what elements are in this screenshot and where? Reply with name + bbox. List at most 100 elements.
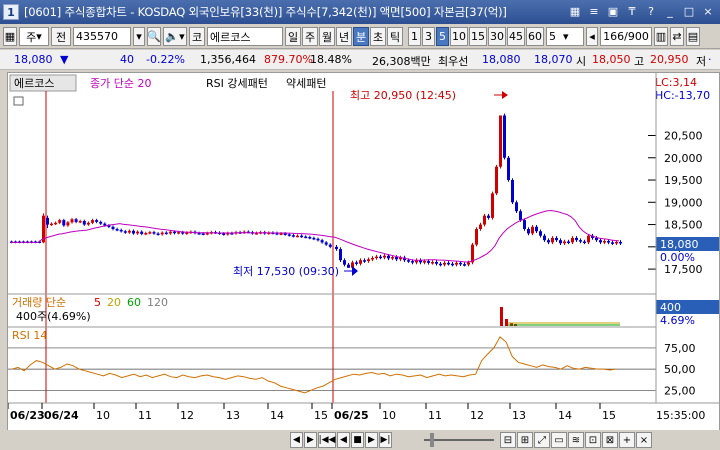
candle	[619, 241, 622, 244]
scroll-button-3[interactable]: ◀	[337, 432, 350, 448]
stock-dropdown-icon[interactable]: ▾	[133, 27, 145, 46]
candle	[407, 260, 410, 262]
scroll-button-1[interactable]: ▶	[304, 432, 317, 448]
chart-grid-icon[interactable]	[13, 96, 24, 106]
ask-price: 18,080	[482, 53, 521, 66]
candle	[160, 232, 164, 235]
grid-toggle-icon[interactable]: ▦	[3, 27, 17, 46]
price-chart[interactable]: 에르코스 종가 단순 20 RSI 강세패턴 약세패턴 LC:3,14 HC:-…	[7, 73, 720, 431]
page-input[interactable]: 166/900	[600, 27, 652, 46]
pin-icon[interactable]: ₸	[624, 3, 640, 19]
x-tick-label: 06/25	[334, 409, 369, 422]
candle	[507, 157, 510, 181]
swap-icon[interactable]: ⇄	[670, 27, 684, 46]
jeon-button[interactable]: 전	[51, 27, 71, 46]
count-select[interactable]: 5 ▾	[546, 27, 584, 46]
scroll-button-0[interactable]: ◀	[290, 432, 303, 448]
candle	[379, 256, 382, 259]
scroll-button-6[interactable]: ▶|	[379, 432, 392, 448]
interval-tab-60[interactable]: 60	[526, 27, 544, 46]
bid-price: 18,070	[534, 53, 573, 66]
y-tick-label: 19,500	[664, 174, 703, 187]
interval-tab-1[interactable]: 1	[408, 27, 421, 46]
period-tab-년[interactable]: 년	[336, 27, 352, 46]
candle	[391, 257, 394, 259]
layout-icon[interactable]: ▤	[686, 27, 700, 46]
zoom-icon-0[interactable]: ⊟	[500, 432, 516, 448]
window-icon[interactable]: ▣	[605, 3, 621, 19]
candle	[487, 215, 490, 218]
interval-tab-15[interactable]: 15	[469, 27, 487, 46]
zoom-slider-track[interactable]	[424, 439, 494, 441]
close-icon[interactable]: ×	[700, 3, 716, 19]
grid-icon[interactable]: ▦	[567, 3, 583, 19]
candle	[222, 233, 226, 235]
chart-frame[interactable]: 에르코스 종가 단순 20 RSI 강세패턴 약세패턴 LC:3,14 HC:-…	[7, 72, 720, 432]
candle	[201, 233, 205, 235]
scroll-button-5[interactable]: ▶	[365, 432, 378, 448]
speaker-icon[interactable]: 🔈▾	[163, 27, 187, 46]
zoom-icon-3[interactable]: ▭	[551, 432, 567, 448]
candle	[483, 215, 486, 225]
candle	[132, 230, 135, 234]
help-icon[interactable]: ?	[643, 3, 659, 19]
type-select[interactable]: 주 ▾	[19, 27, 49, 46]
x-tick-label: 15	[602, 409, 616, 422]
candle	[324, 242, 328, 245]
zoom-slider-thumb[interactable]	[430, 433, 434, 447]
interval-tab-10[interactable]: 10	[450, 27, 468, 46]
candle	[99, 221, 103, 224]
candle	[523, 220, 526, 230]
period-tab-분[interactable]: 분	[353, 27, 369, 46]
low-price-clip: ·	[708, 53, 712, 66]
x-tick-label: 15	[314, 409, 328, 422]
type-label: 주	[26, 30, 37, 44]
interval-tab-5[interactable]: 5	[436, 27, 449, 46]
interval-tab-30[interactable]: 30	[488, 27, 506, 46]
candle	[563, 241, 566, 244]
zoom-icon-1[interactable]: ⊞	[517, 432, 533, 448]
zoom-icon-2[interactable]: ⤢	[534, 432, 550, 448]
period-tab-월[interactable]: 월	[319, 27, 335, 46]
zoom-icon-7[interactable]: +	[619, 432, 635, 448]
x-tick-label: 14	[558, 409, 572, 422]
zoom-icon-4[interactable]: ≋	[568, 432, 584, 448]
open-label: 시	[576, 55, 587, 68]
zoom-icon-5[interactable]: ⊡	[585, 432, 601, 448]
interval-tab-3[interactable]: 3	[422, 27, 435, 46]
scroll-button-2[interactable]: |◀◀	[318, 432, 336, 448]
candle	[185, 232, 189, 235]
high-label: 고	[634, 55, 645, 68]
interval-tab-45[interactable]: 45	[507, 27, 525, 46]
period-tab-일[interactable]: 일	[285, 27, 301, 46]
zoom-icon-6[interactable]: ⊠	[602, 432, 618, 448]
rsi14-line	[11, 336, 616, 394]
period-tab-틱[interactable]: 틱	[387, 27, 403, 46]
candle	[543, 235, 546, 241]
candle	[46, 217, 49, 225]
zoom-icon-8[interactable]: ×	[636, 432, 652, 448]
candle	[164, 232, 168, 235]
current-pct-tag: 0.00%	[660, 251, 695, 264]
legend-ma: 종가 단순 20	[90, 77, 151, 90]
period-tab-초[interactable]: 초	[370, 27, 386, 46]
candle	[127, 230, 131, 233]
prev-page-icon[interactable]: ◂	[586, 27, 598, 46]
candle	[91, 220, 94, 223]
scroll-button-4[interactable]: ■	[351, 432, 364, 448]
stock-code-input[interactable]: 435570	[73, 27, 131, 46]
list-icon[interactable]: ≡	[586, 3, 602, 19]
title-icons: ▦ ≡ ▣ ₸? _ □ ×	[567, 3, 716, 19]
minimize-icon[interactable]: _	[662, 3, 678, 19]
candle	[431, 261, 434, 264]
period-tab-주[interactable]: 주	[302, 27, 318, 46]
maximize-icon[interactable]: □	[681, 3, 697, 19]
settings-bars-icon[interactable]: ▥	[654, 27, 668, 46]
window-number: 1	[3, 4, 19, 20]
volume-bar	[505, 319, 508, 326]
search-icon[interactable]: 🔍	[147, 27, 161, 46]
candle	[511, 180, 514, 203]
candle	[115, 229, 119, 231]
volume-label: 400주(4.69%)	[16, 310, 91, 323]
volume: 1,356,464	[200, 53, 256, 66]
